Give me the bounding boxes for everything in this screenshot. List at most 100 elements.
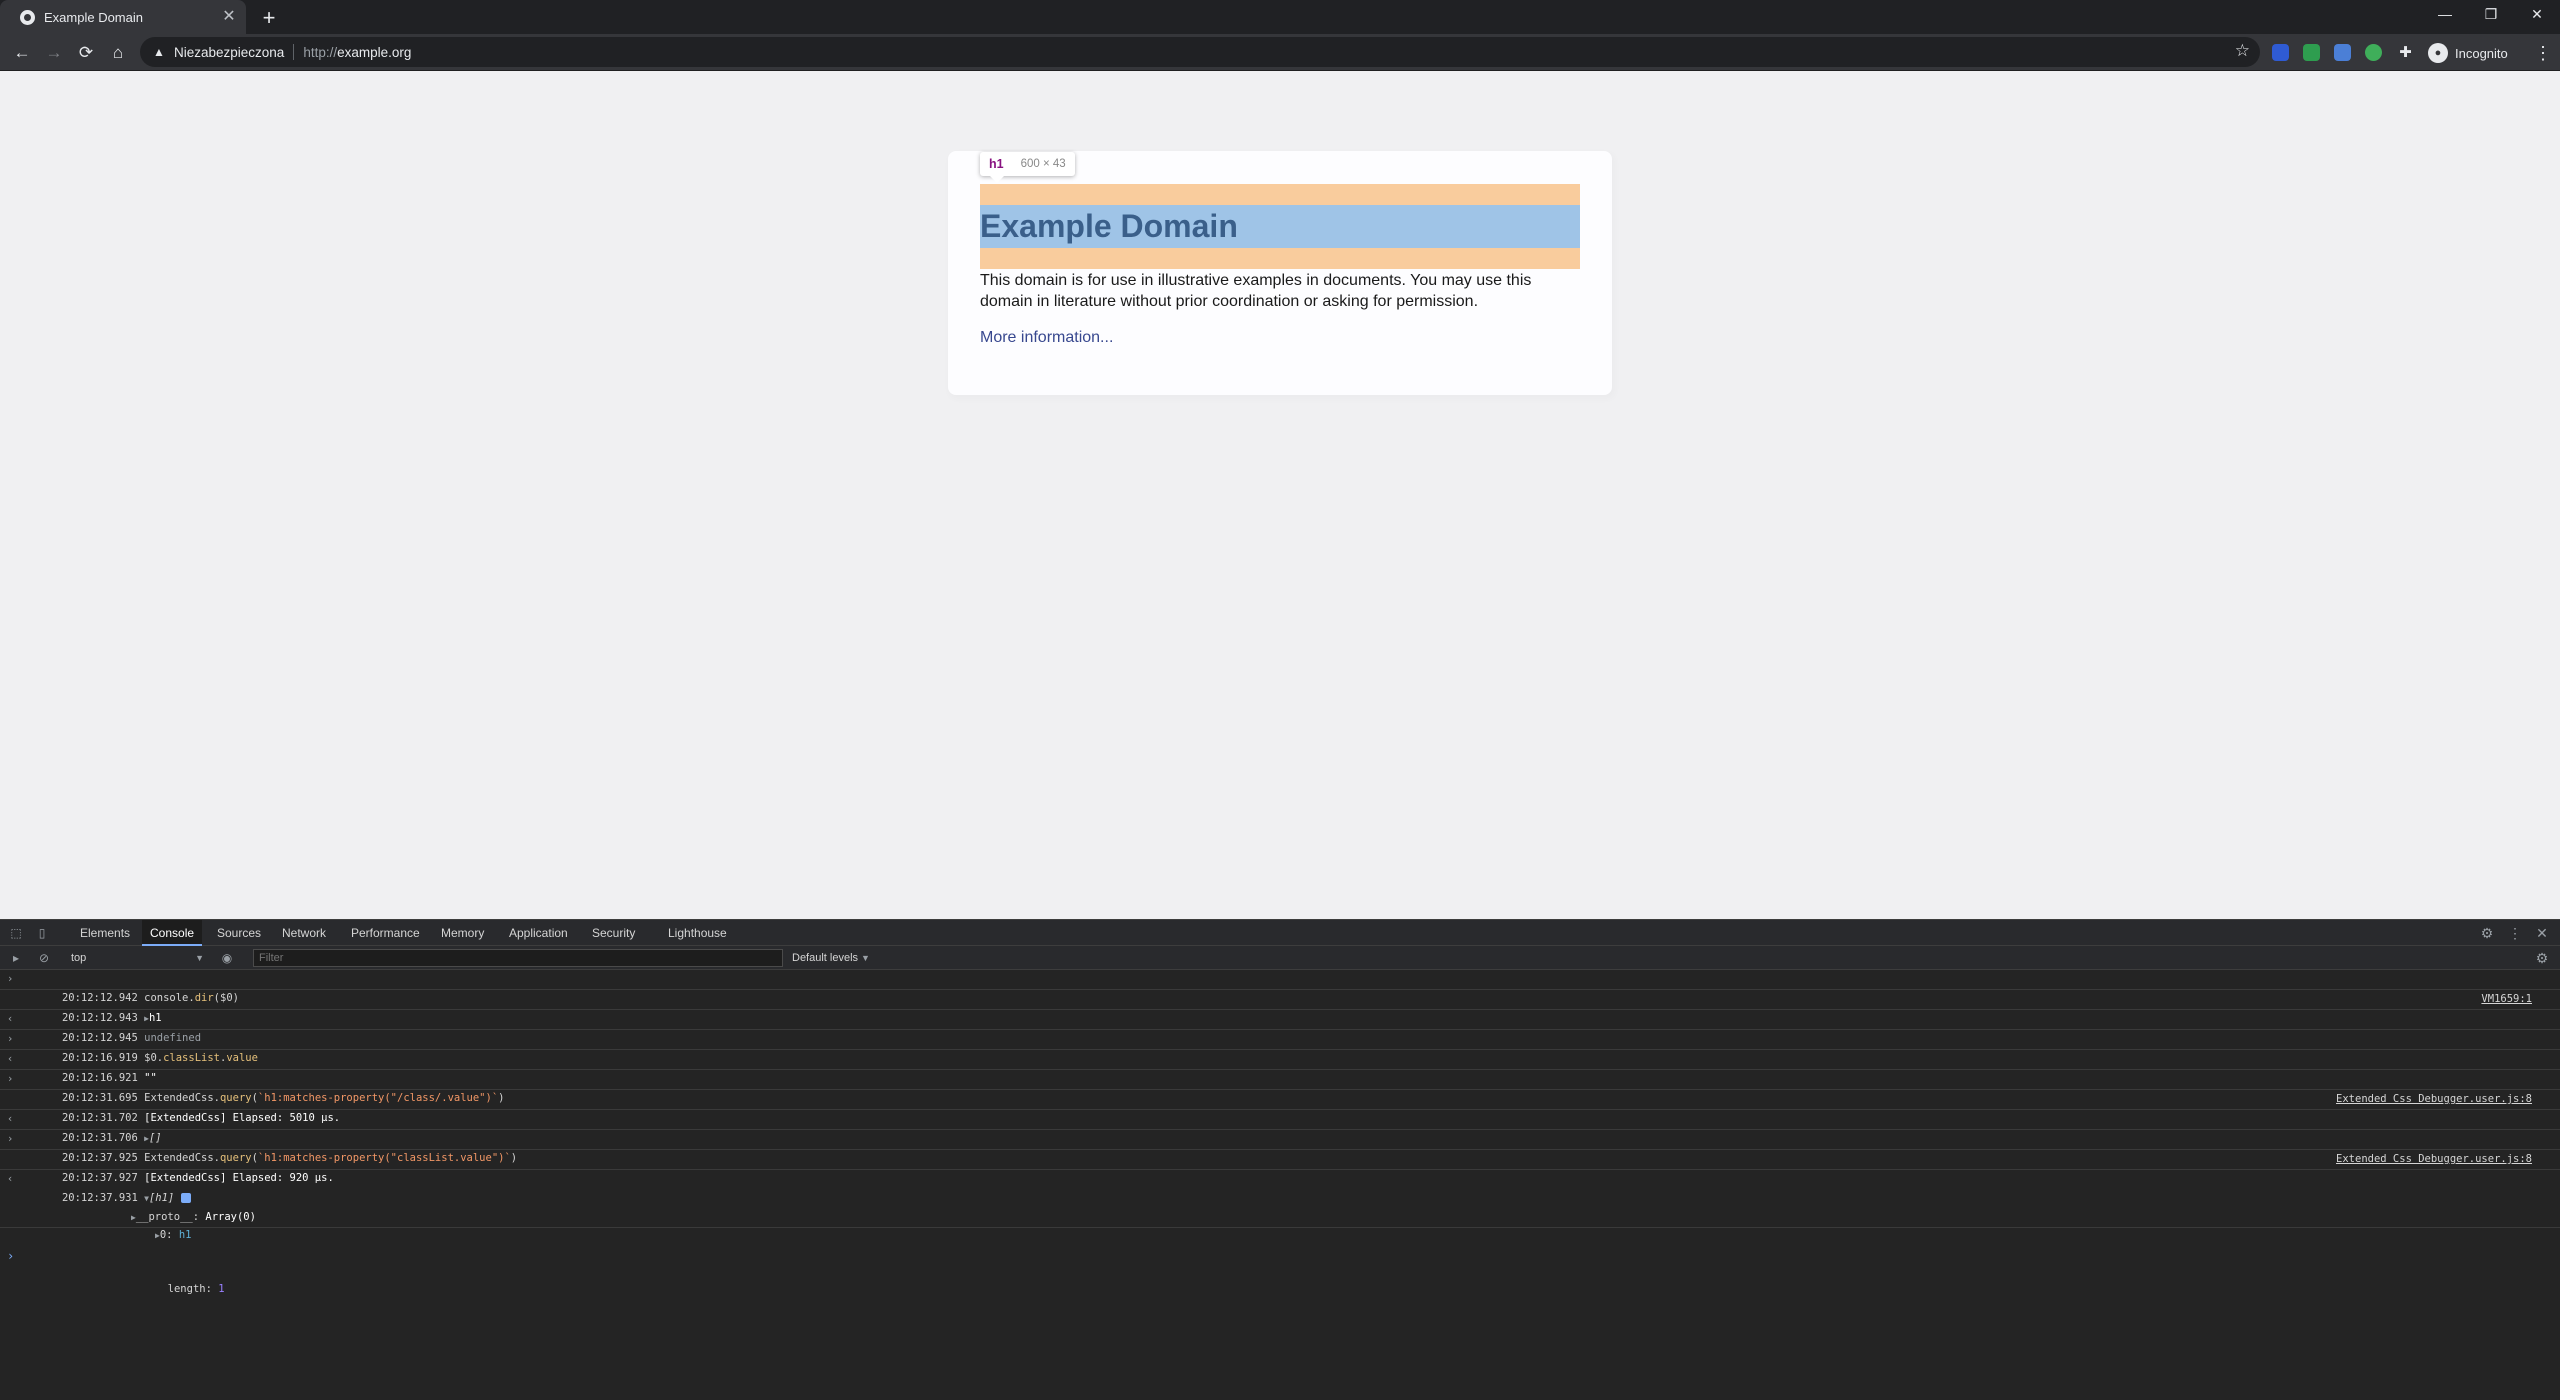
tab-network[interactable]: Network — [282, 920, 326, 946]
devtools-panel: ⬚ ▯ Elements Console Sources Network Per… — [0, 919, 2560, 1400]
home-icon[interactable]: ⌂ — [104, 39, 132, 67]
security-label[interactable]: Niezabezpieczona — [174, 45, 284, 60]
console-row: › 20:12:31.695 ExtendedCss.query(`h1:matc… — [0, 1070, 2560, 1104]
url-scheme: http:// — [303, 44, 338, 60]
h1-margin-overlay-bottom — [980, 248, 1580, 269]
new-tab-button[interactable]: + — [255, 4, 283, 32]
warning-icon[interactable]: ▲ — [152, 45, 166, 59]
globe-icon — [20, 9, 35, 25]
inspect-tag: h1 — [989, 157, 1004, 171]
console-row: › 20:12:16.919 $0.classList.value — [0, 1030, 2560, 1064]
devtools-menu-icon[interactable]: ⋮ — [2506, 924, 2524, 942]
tab-elements[interactable]: Elements — [80, 920, 130, 946]
result-chevron-icon: ‹ — [7, 1053, 14, 1065]
console-row: › 20:12:12.942 console.dir($0) — [0, 970, 2560, 1004]
prop-value: Array(0) — [205, 1211, 256, 1223]
log-levels-dropdown[interactable]: Default levels ▼ — [792, 949, 870, 967]
console-filterbar: ▸ ⊘ top ▼ ◉ Default levels▼ ⚙ — [0, 946, 2560, 970]
context-value: top — [71, 952, 87, 964]
settings-gear-icon[interactable]: ⚙ — [2478, 924, 2496, 942]
console-log: › 20:12:12.942 console.dir($0) 20:12:12.9… — [0, 970, 2560, 1295]
array-length: length: 1 — [24, 1281, 2560, 1297]
tab-security[interactable]: Security — [592, 920, 635, 946]
close-window-icon[interactable]: ✕ — [2514, 0, 2560, 30]
input-chevron-icon: › — [7, 973, 14, 985]
devtools-tabbar: ⬚ ▯ Elements Console Sources Network Per… — [0, 920, 2560, 946]
tab-memory[interactable]: Memory — [441, 920, 484, 946]
console-row: ‹ 20:12:12.945 undefined — [0, 1010, 2560, 1044]
close-devtools-icon[interactable]: ✕ — [2533, 924, 2551, 942]
extension-refresh-icon[interactable] — [2365, 44, 2382, 61]
page-heading: Example Domain — [980, 208, 1238, 244]
tab-console[interactable]: Console — [142, 920, 203, 946]
restore-icon[interactable]: ❐ — [2468, 0, 2514, 30]
extension-shield-icon[interactable] — [2272, 44, 2289, 61]
tab-application[interactable]: Application — [509, 920, 568, 946]
log-value[interactable]: [h1] — [149, 1192, 174, 1204]
tab-title: Example Domain — [44, 9, 143, 25]
inspect-element-icon[interactable]: ⬚ — [7, 924, 25, 942]
result-chevron-icon: ‹ — [7, 1113, 14, 1125]
forward-icon[interactable]: → — [40, 39, 68, 67]
inspect-tooltip: h1 600 × 43 — [980, 152, 1075, 183]
h1-margin-overlay-top — [980, 184, 1580, 205]
bookmark-star-icon[interactable]: ☆ — [2235, 41, 2250, 61]
result-chevron-icon: ‹ — [7, 1173, 14, 1185]
input-chevron-icon: › — [7, 1073, 14, 1085]
live-expression-eye-icon[interactable]: ◉ — [218, 949, 236, 967]
context-select[interactable]: top ▼ — [64, 949, 204, 967]
more-information-link[interactable]: More information... — [980, 327, 1113, 348]
close-tab-icon[interactable]: ✕ — [218, 6, 240, 28]
console-prompt[interactable]: › — [0, 1228, 2560, 1263]
console-row: ‹ 20:12:31.706 ▶[] — [0, 1110, 2560, 1144]
incognito-label: Incognito — [2455, 45, 2508, 61]
prompt-chevron-icon: › — [7, 1249, 15, 1263]
device-toolbar-icon[interactable]: ▯ — [33, 924, 51, 942]
minimize-icon[interactable]: — — [2422, 0, 2468, 30]
tab-example-domain[interactable]: Example Domain ✕ — [0, 0, 246, 34]
sidebar-toggle-icon[interactable]: ▸ — [7, 949, 25, 967]
page-viewport: Example Domain This domain is for use in… — [0, 71, 2560, 919]
chevron-down-icon: ▼ — [861, 953, 870, 963]
log-levels-label: Default levels — [792, 952, 859, 964]
console-settings-gear-icon[interactable]: ⚙ — [2533, 949, 2551, 967]
extension-green-shield-icon[interactable] — [2303, 44, 2320, 61]
browser-toolbar: ← → ⟳ ⌂ ▲ Niezabezpieczona http:// examp… — [0, 34, 2560, 71]
browser-menu-icon[interactable]: ⋮ — [2533, 39, 2553, 67]
extensions-puzzle-icon[interactable]: ✚ — [2397, 44, 2414, 61]
tab-performance[interactable]: Performance — [351, 920, 420, 946]
chevron-down-icon: ▼ — [195, 953, 204, 963]
source-link[interactable]: VM1659:1 — [2481, 990, 2532, 1009]
extension-translate-icon[interactable] — [2334, 44, 2351, 61]
console-filter-input[interactable] — [253, 949, 783, 967]
console-row: 20:12:12.943 ▶h1 VM1659:1 — [0, 990, 2560, 1024]
incognito-icon: ● — [2428, 43, 2448, 63]
inspect-dimensions: 600 × 43 — [1020, 158, 1066, 170]
url-host: example.org — [337, 44, 412, 60]
tab-sources[interactable]: Sources — [217, 920, 261, 946]
omnibox-divider — [293, 44, 295, 60]
source-link[interactable]: Extended Css Debugger.user.js:8 — [2336, 1150, 2532, 1169]
console-row: 20:12:37.927 [ExtendedCss] Elapsed: 920 … — [0, 1150, 2560, 1184]
tab-lighthouse[interactable]: Lighthouse — [668, 920, 727, 946]
result-chevron-icon: ‹ — [7, 1013, 14, 1025]
browser-titlebar: Example Domain ✕ + — ❐ ✕ — [0, 0, 2560, 34]
incognito-indicator[interactable]: ● Incognito — [2428, 42, 2508, 64]
info-badge-icon[interactable] — [180, 1193, 191, 1203]
input-chevron-icon: › — [7, 1033, 14, 1045]
console-row: › 20:12:37.925 ExtendedCss.query(`h1:matc… — [0, 1130, 2560, 1164]
input-chevron-icon: › — [7, 1133, 14, 1145]
array-proto: ▶__proto__: Array(0) — [0, 1208, 2560, 1228]
source-link[interactable]: Extended Css Debugger.user.js:8 — [2336, 1090, 2532, 1109]
prop-key: __proto__: — [135, 1211, 200, 1223]
console-row: 20:12:31.702 [ExtendedCss] Elapsed: 5010… — [0, 1090, 2560, 1124]
back-icon[interactable]: ← — [8, 39, 36, 67]
address-bar[interactable]: ▲ Niezabezpieczona http:// example.org ☆ — [140, 37, 2260, 67]
reload-icon[interactable]: ⟳ — [72, 39, 100, 67]
clear-console-icon[interactable]: ⊘ — [35, 949, 53, 967]
content-card: Example Domain This domain is for use in… — [948, 151, 1612, 395]
page-paragraph: This domain is for use in illustrative e… — [980, 272, 1532, 310]
prop-value: 1 — [218, 1283, 225, 1295]
timestamp: 20:12:37.931 — [61, 1192, 138, 1204]
console-row: ‹ 20:12:16.921 "" — [0, 1050, 2560, 1084]
